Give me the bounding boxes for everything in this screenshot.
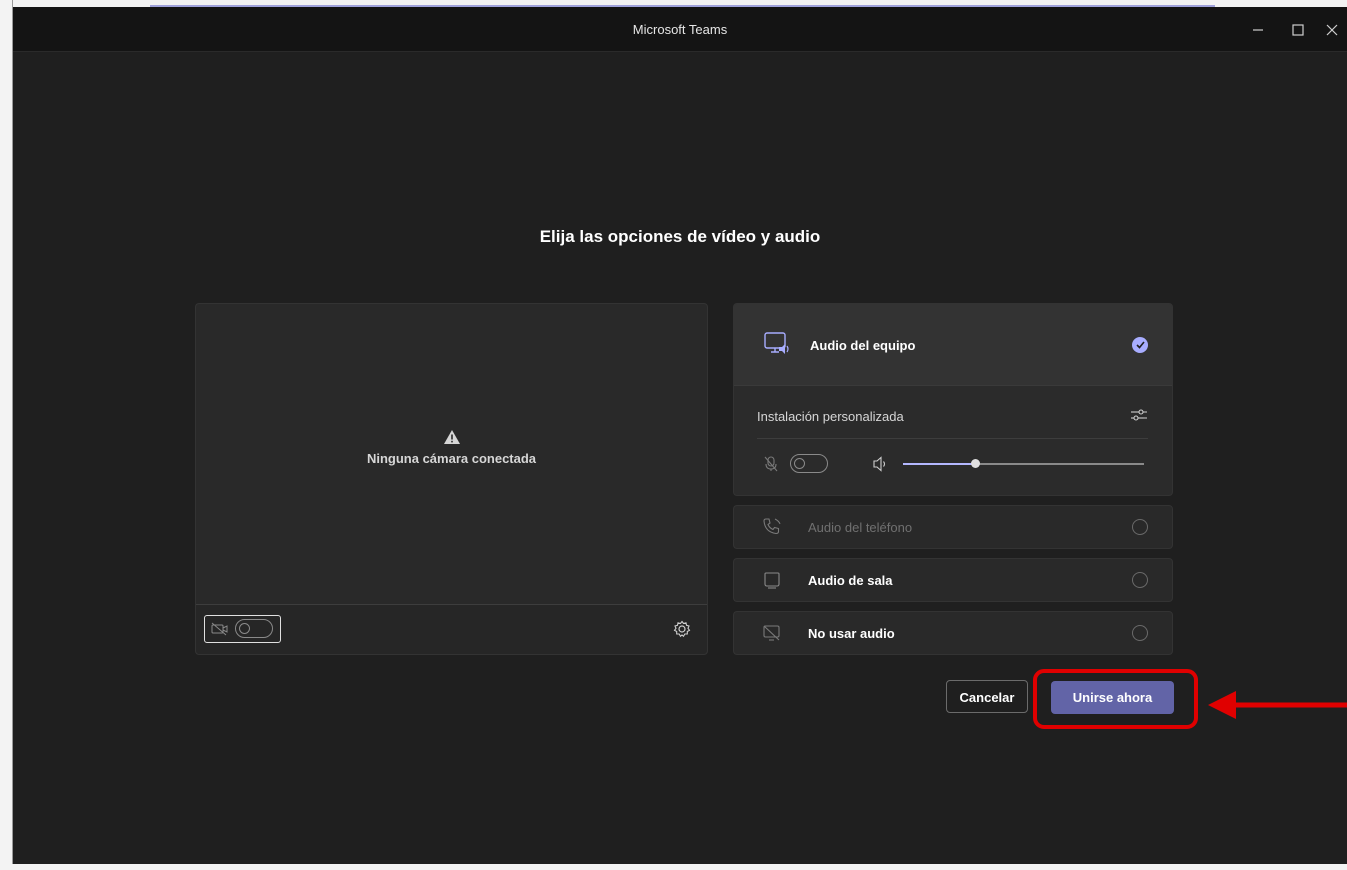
warning-icon: [443, 430, 460, 444]
desktop-bottom-edge: [0, 864, 1347, 870]
setup-divider: [757, 438, 1148, 439]
no-audio-option[interactable]: No usar audio: [733, 611, 1173, 655]
no-camera-message: Ninguna cámara conectada: [366, 451, 537, 466]
device-settings-icon[interactable]: [1130, 406, 1148, 424]
speaker-volume-slider[interactable]: [903, 459, 1144, 468]
computer-audio-label: Audio del equipo: [810, 338, 916, 353]
video-preview: Ninguna cámara conectada: [195, 303, 708, 655]
volume-fill: [903, 463, 976, 465]
custom-setup-label: Instalación personalizada: [757, 409, 904, 424]
video-controls-bar: [196, 604, 707, 654]
camera-toggle[interactable]: [204, 615, 281, 643]
close-button[interactable]: [1319, 17, 1345, 43]
title-bar: Microsoft Teams: [13, 7, 1347, 52]
maximize-icon: [1292, 24, 1304, 36]
cancel-button[interactable]: Cancelar: [946, 680, 1028, 713]
switch-knob: [239, 623, 250, 634]
selected-check-icon: [1132, 337, 1148, 353]
teams-window: Microsoft Teams Elija las opciones de ví…: [13, 7, 1347, 864]
room-audio-label: Audio de sala: [808, 573, 893, 588]
mic-switch[interactable]: [790, 454, 828, 473]
gear-icon[interactable]: [673, 620, 691, 638]
phone-audio-radio[interactable]: [1132, 519, 1148, 535]
computer-audio-panel: Audio del equipo Instalación personaliza…: [733, 303, 1173, 496]
desktop-top-edge: [0, 0, 1347, 7]
mic-off-icon: [764, 456, 778, 472]
computer-audio-option[interactable]: Audio del equipo: [734, 304, 1172, 386]
no-audio-label: No usar audio: [808, 626, 895, 641]
computer-audio-icon: [764, 332, 789, 354]
minimize-button[interactable]: [1245, 17, 1271, 43]
speaker-icon: [873, 456, 886, 472]
room-audio-icon: [764, 572, 780, 589]
minimize-icon: [1253, 29, 1263, 31]
annotation-arrow-icon: [1208, 691, 1347, 719]
no-audio-radio[interactable]: [1132, 625, 1148, 641]
no-audio-icon: [763, 625, 780, 641]
maximize-button[interactable]: [1285, 17, 1311, 43]
camera-switch[interactable]: [235, 619, 273, 638]
desktop-left-edge: [0, 0, 13, 870]
close-icon: [1326, 24, 1338, 36]
no-camera-placeholder: Ninguna cámara conectada: [196, 429, 707, 466]
camera-off-icon: [211, 622, 228, 636]
page-heading: Elija las opciones de vídeo y audio: [539, 227, 821, 246]
room-audio-option[interactable]: Audio de sala: [733, 558, 1173, 602]
switch-knob: [794, 458, 805, 469]
window-title: Microsoft Teams: [632, 22, 728, 37]
room-audio-radio[interactable]: [1132, 572, 1148, 588]
phone-audio-label: Audio del teléfono: [808, 520, 913, 535]
annotation-highlight-box: [1033, 669, 1198, 729]
phone-audio-icon: [763, 518, 781, 535]
volume-thumb[interactable]: [971, 459, 981, 468]
phone-audio-option[interactable]: Audio del teléfono: [733, 505, 1173, 549]
